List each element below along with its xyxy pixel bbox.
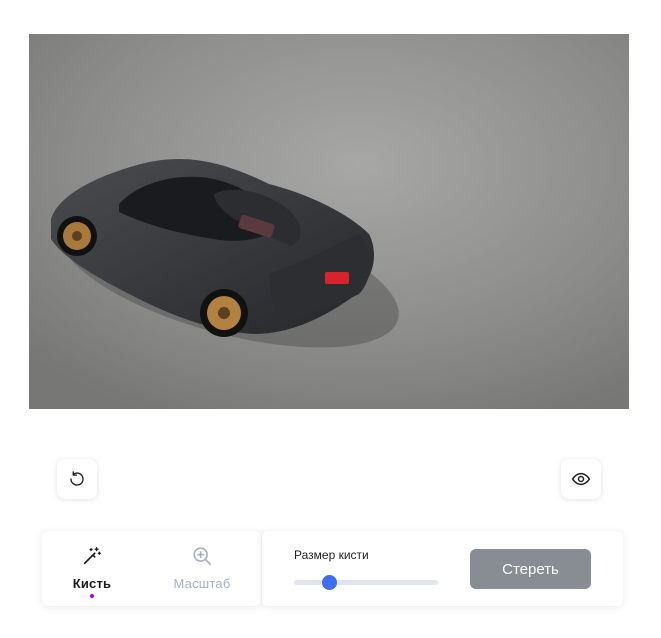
brush-size-label: Размер кисти: [294, 548, 369, 562]
magic-wand-icon: [83, 547, 101, 565]
brush-tool-label: Кисть: [72, 576, 112, 591]
brush-size-slider[interactable]: [294, 575, 438, 591]
brush-tool[interactable]: Кисть: [42, 531, 142, 606]
preview-toggle-button[interactable]: [561, 459, 601, 499]
active-indicator: [90, 594, 94, 598]
zoom-tool-label: Масштаб: [173, 576, 231, 591]
rotate-ccw-icon: [70, 471, 84, 486]
tools-panel: Кисть Масштаб: [42, 531, 261, 606]
brush-settings-panel: Размер кисти Стереть: [262, 531, 623, 606]
eye-icon: [571, 472, 591, 486]
zoom-in-icon: [193, 547, 212, 566]
car-photo[interactable]: [29, 34, 629, 409]
slider-thumb[interactable]: [321, 575, 337, 590]
car-image: [29, 34, 629, 409]
zoom-tool[interactable]: Масштаб: [152, 531, 252, 606]
reset-button[interactable]: [57, 459, 97, 499]
erase-button[interactable]: Стереть: [470, 549, 591, 589]
slider-track[interactable]: [294, 580, 438, 585]
